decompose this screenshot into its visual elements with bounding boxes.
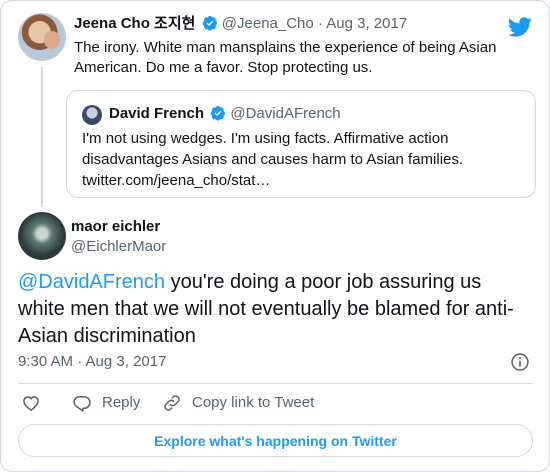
mention-link[interactable]: @DavidAFrench bbox=[18, 271, 165, 293]
quoted-tweet[interactable]: David French @DavidAFrench I'm not using… bbox=[66, 90, 536, 198]
quoted-author-name: David French bbox=[109, 105, 205, 122]
copy-link-button[interactable]: Copy link to Tweet bbox=[162, 393, 314, 413]
heart-icon bbox=[23, 396, 39, 411]
verified-badge-icon bbox=[202, 16, 217, 31]
divider bbox=[18, 383, 533, 384]
parent-tweet-header: Jeena Cho 조지현 @Jeena_Cho · Aug 3, 2017 bbox=[74, 14, 407, 34]
separator-dot: · bbox=[317, 15, 323, 32]
info-icon[interactable] bbox=[510, 352, 530, 372]
avatar[interactable] bbox=[18, 212, 66, 260]
tweet-embed-card: Jeena Cho 조지현 @Jeena_Cho · Aug 3, 2017 T… bbox=[0, 0, 550, 472]
quoted-tweet-header: David French @DavidAFrench bbox=[109, 104, 341, 124]
twitter-logo-icon[interactable] bbox=[508, 15, 532, 39]
author-name[interactable]: maor eichler bbox=[71, 217, 160, 237]
link-icon bbox=[164, 395, 180, 411]
like-button[interactable] bbox=[21, 393, 51, 413]
reply-label: Reply bbox=[102, 394, 141, 411]
explore-twitter-button[interactable]: Explore what's happening on Twitter bbox=[18, 424, 533, 457]
copy-link-label: Copy link to Tweet bbox=[192, 394, 315, 411]
avatar[interactable] bbox=[18, 13, 66, 61]
quoted-avatar bbox=[82, 105, 102, 125]
tweet-timestamp[interactable]: 9:30 AM · Aug 3, 2017 bbox=[18, 352, 166, 372]
author-handle[interactable]: @EichlerMaor bbox=[71, 237, 166, 257]
tweet-date[interactable]: Aug 3, 2017 bbox=[326, 15, 407, 32]
author-handle[interactable]: @Jeena_Cho bbox=[222, 15, 314, 32]
tweet-actions: Reply Copy link to Tweet bbox=[18, 393, 533, 415]
quoted-tweet-text: I'm not using wedges. I'm using facts. A… bbox=[82, 130, 464, 189]
verified-badge-icon bbox=[210, 106, 226, 121]
quoted-author-handle: @DavidAFrench bbox=[230, 105, 341, 122]
reply-button[interactable]: Reply bbox=[72, 393, 140, 413]
reply-icon bbox=[73, 396, 91, 412]
parent-tweet-text: The irony. White man mansplains the expe… bbox=[74, 39, 497, 76]
tweet-text: @DavidAFrench you're doing a poor job as… bbox=[18, 269, 533, 350]
thread-connector bbox=[41, 67, 43, 207]
author-name[interactable]: Jeena Cho 조지현 bbox=[74, 15, 195, 32]
